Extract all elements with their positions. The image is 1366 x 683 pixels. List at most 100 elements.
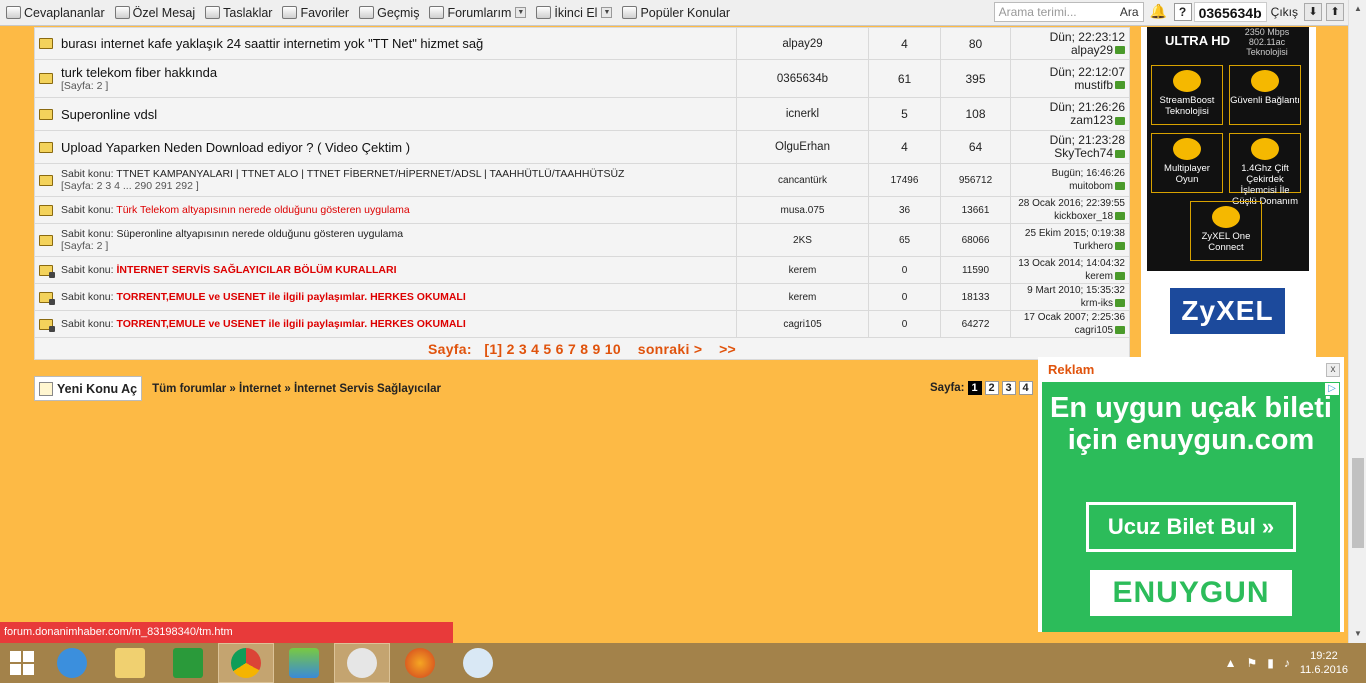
thread-author[interactable]: kerem [736,283,869,311]
thread-author[interactable]: kerem [736,256,869,284]
chevron-down-icon[interactable]: ▼ [601,7,613,18]
network-icon[interactable]: ▮ [1267,656,1274,670]
taskbar-store[interactable] [160,643,216,683]
last-post-user[interactable]: krm-iks [1081,298,1113,309]
folder-icon [39,108,53,120]
close-icon[interactable]: x [1326,362,1340,377]
username[interactable]: 0365634b [1193,2,1267,22]
search-button[interactable]: Ara [1120,5,1139,19]
thread-author[interactable]: musa.075 [736,196,869,224]
new-topic-button[interactable]: Yeni Konu Aç [34,376,143,401]
taskbar-paint[interactable] [450,643,506,683]
last-post-user[interactable]: muitobom [1069,181,1113,192]
thread-author[interactable]: icnerkl [736,97,869,131]
floating-ad: Reklam x ▷ En uygun uçak bileti için enu… [1038,357,1344,632]
page-button[interactable]: 4 [1018,381,1033,395]
thread-author[interactable]: cagri105 [736,310,869,338]
thread-author[interactable]: alpay29 [736,27,869,60]
flag-icon[interactable]: ⚑ [1247,656,1258,670]
clock[interactable]: 19:22 11.6.2016 [1300,649,1348,677]
last-post-user[interactable]: Turkhero [1073,241,1113,252]
thread-title[interactable]: turk telekom fiber hakkında [61,65,217,80]
thread-title[interactable]: burası internet kafe yaklaşık 24 saattir… [61,36,483,51]
thread-title[interactable]: Süperonline altyapısının nerede olduğunu… [116,228,403,240]
last-post-user[interactable]: SkyTech74 [1054,146,1113,160]
toolbar-second-hand[interactable]: İkinci El ▼ [536,6,613,20]
thread-pages[interactable]: [Sayfa: 2 ] [61,240,403,252]
go-to-post-icon[interactable] [1115,116,1125,125]
search-input[interactable]: Arama terimi... Ara [993,2,1144,22]
bell-icon[interactable]: 🔔 [1150,3,1168,21]
taskbar-explorer[interactable] [102,643,158,683]
last-post-user[interactable]: kerem [1085,271,1113,282]
forums-icon [429,6,445,19]
thread-title[interactable]: TORRENT,EMULE ve USENET ile ilgili payla… [116,318,465,330]
zyxel-banner[interactable]: ULTRA HD 2350 Mbps 802.11ac Teknolojisi … [1147,27,1309,271]
thread-author[interactable]: 2KS [736,223,869,257]
toolbar-history[interactable]: Geçmiş [359,6,419,20]
taskbar-firefox[interactable] [392,643,448,683]
zyxel-logo-area[interactable]: ZyXEL [1147,276,1309,348]
toolbar-popular[interactable]: Popüler Konular [622,6,730,20]
last-post-user[interactable]: kickboxer_18 [1054,211,1113,222]
go-to-post-icon[interactable] [1115,242,1125,251]
go-to-post-icon[interactable] [1115,149,1125,158]
scroll-down-button[interactable]: ⬇ [1304,3,1322,21]
ad-banner[interactable]: ▷ En uygun uçak bileti için enuygun.com … [1042,382,1340,632]
thread-views: 13661 [940,196,1011,224]
logout-link[interactable]: Çıkış [1271,5,1298,19]
toolbar-drafts[interactable]: Taslaklar [205,6,272,20]
thread-author[interactable]: 0365634b [736,59,869,98]
toolbar-private-message[interactable]: Özel Mesaj [114,6,195,20]
thread-title[interactable]: TORRENT,EMULE ve USENET ile ilgili payla… [116,291,465,303]
thread-author[interactable]: OlguErhan [736,130,869,164]
toolbar-my-forums[interactable]: Forumlarım ▼ [429,6,527,20]
breadcrumb[interactable]: Tüm forumlar » İnternet » İnternet Servi… [152,383,441,395]
thread-title[interactable]: Türk Telekom altyapısının nerede olduğun… [116,204,409,216]
thread-title[interactable]: Upload Yaparken Neden Download ediyor ? … [61,140,410,155]
chevron-down-icon[interactable]: ▼ [515,7,527,18]
go-to-post-icon[interactable] [1115,81,1125,90]
thread-replies: 5 [868,97,941,131]
page-button[interactable]: 1 [967,381,982,395]
pager-next[interactable]: sonraki > [638,341,703,357]
ad-cta-button[interactable]: Ucuz Bilet Bul » [1086,502,1296,552]
tray-chevron-up-icon[interactable]: ▲ [1225,656,1237,670]
thread-pages[interactable]: [Sayfa: 2 3 4 ... 290 291 292 ] [61,180,624,192]
thread-title[interactable]: Superonline vdsl [61,107,157,122]
pager-pages[interactable]: [1] 2 3 4 5 6 7 8 9 10 [484,341,621,357]
last-post-user[interactable]: mustifb [1074,78,1113,92]
volume-icon[interactable]: ♪ [1284,656,1290,670]
page-button[interactable]: 2 [984,381,999,395]
toolbar-replies[interactable]: Cevaplananlar [6,6,105,20]
last-post-user[interactable]: zam123 [1070,113,1113,127]
scrollbar-thumb[interactable] [1352,458,1364,548]
go-to-post-icon[interactable] [1115,272,1125,281]
thread-author[interactable]: cancantürk [736,163,869,197]
thread-views: 68066 [940,223,1011,257]
go-to-post-icon[interactable] [1115,299,1125,308]
scroll-up-button[interactable]: ⬆ [1326,3,1344,21]
taskbar-chrome[interactable] [218,643,274,683]
thread-views: 64272 [940,310,1011,338]
scroll-up-icon[interactable]: ▲ [1349,0,1366,18]
page-button[interactable]: 3 [1001,381,1016,395]
thread-title[interactable]: İNTERNET SERVİS SAĞLAYICILAR BÖLÜM KURAL… [116,264,396,276]
taskbar-ie[interactable] [44,643,100,683]
taskbar-app-snip[interactable] [334,643,390,683]
last-post-user[interactable]: cagri105 [1075,325,1113,336]
taskbar-bluestacks[interactable] [276,643,332,683]
scroll-down-icon[interactable]: ▼ [1349,625,1366,643]
last-post-user[interactable]: alpay29 [1071,43,1113,57]
help-button[interactable]: ? [1173,3,1192,21]
pager-last[interactable]: >> [719,341,736,357]
go-to-post-icon[interactable] [1115,182,1125,191]
go-to-post-icon[interactable] [1115,326,1125,335]
go-to-post-icon[interactable] [1115,46,1125,55]
toolbar-favorites[interactable]: Favoriler [282,6,349,20]
thread-pages[interactable]: [Sayfa: 2 ] [61,80,217,92]
go-to-post-icon[interactable] [1115,212,1125,221]
thread-title[interactable]: TTNET KAMPANYALARI | TTNET ALO | TTNET F… [116,168,624,180]
start-button[interactable] [0,643,44,683]
scrollbar[interactable]: ▲ ▼ [1348,0,1366,643]
